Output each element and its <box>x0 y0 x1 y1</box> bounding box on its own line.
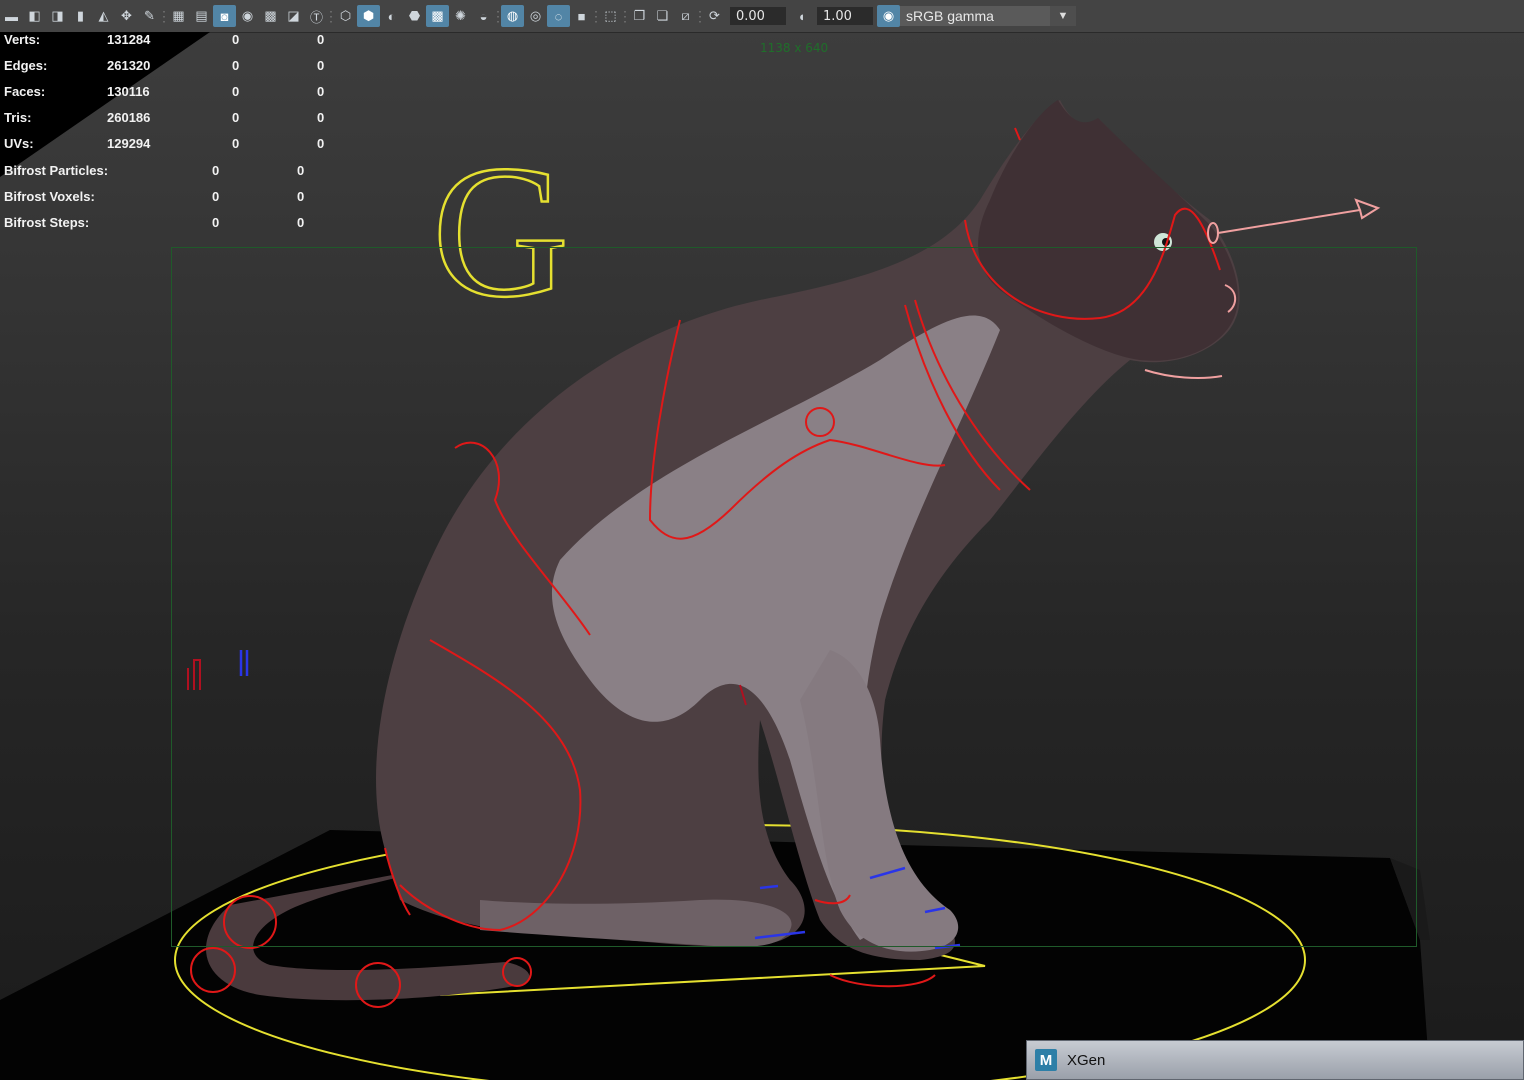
resolution-gate-frame <box>171 247 1417 947</box>
xgen-window-button[interactable]: M XGen <box>1026 1040 1524 1080</box>
xgen-window-title: XGen <box>1067 1051 1106 1069</box>
ear-control[interactable] <box>1014 127 1021 141</box>
maya-logo-icon: M <box>1035 1049 1057 1071</box>
eye-aim-arrow <box>1217 198 1381 234</box>
